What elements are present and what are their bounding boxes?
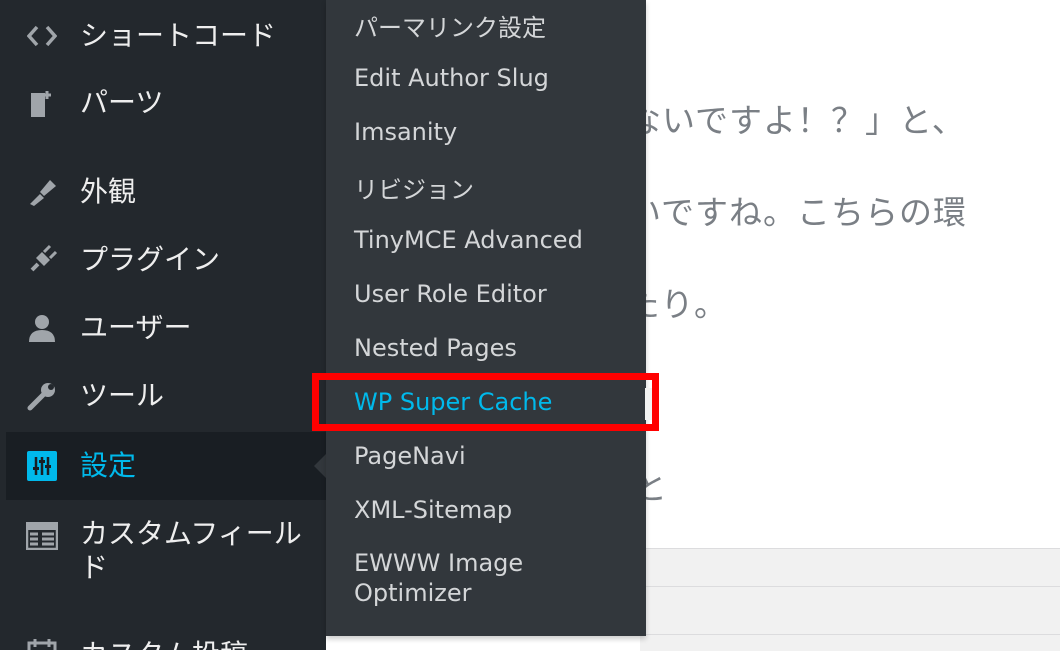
code-icon (24, 18, 60, 54)
sidebar-item-custom-fields[interactable]: カスタムフィールド (6, 514, 326, 590)
sidebar-item-appearance[interactable]: 外観 (6, 170, 326, 214)
plugin-icon (24, 242, 60, 278)
sidebar-item-label: 設定 (80, 449, 137, 482)
submenu-item-label-line-2: Optimizer (354, 579, 472, 607)
wrench-icon (24, 378, 60, 414)
submenu-item-revisions[interactable]: リビジョン (354, 170, 474, 205)
submenu-item-user-role-editor[interactable]: User Role Editor (354, 280, 547, 308)
divider (640, 634, 1060, 635)
submenu-item-pagenavi[interactable]: PageNavi (354, 442, 466, 470)
submenu-item-imsanity[interactable]: Imsanity (354, 118, 457, 146)
settings-sliders-icon (24, 448, 60, 484)
sidebar-item-label: 外観 (80, 175, 137, 208)
sidebar-item-label: カスタムフィールド (80, 517, 302, 584)
submenu-item-label-line-1: EWWW Image (354, 549, 524, 577)
admin-sidebar: ショートコード パーツ 外観 プラグイン ユーザー ツール 設定 カスタムフィー… (0, 0, 326, 650)
sidebar-item-label: カスタム投稿 (80, 638, 248, 650)
calendar-icon (24, 636, 60, 650)
submenu-pointer (314, 454, 326, 478)
sidebar-item-label: パーツ (80, 86, 164, 119)
highlight-annotation-box (312, 373, 659, 431)
content-footer (640, 548, 1060, 651)
divider (640, 586, 1060, 587)
submenu-item-edit-author-slug[interactable]: Edit Author Slug (354, 64, 549, 92)
sidebar-item-settings[interactable]: 設定 (6, 432, 326, 500)
table-icon (24, 518, 60, 554)
sidebar-item-custom-post[interactable]: カスタム投稿 (6, 630, 326, 650)
sidebar-item-plugins[interactable]: プラグイン (6, 238, 326, 282)
document-add-icon (24, 86, 60, 122)
paintbrush-icon (24, 174, 60, 210)
submenu-item-xml-sitemap[interactable]: XML-Sitemap (354, 496, 512, 524)
submenu-item-ewww-image-optimizer[interactable]: EWWW Image Optimizer (354, 548, 523, 608)
sidebar-item-label: ツール (80, 379, 165, 412)
sidebar-item-users[interactable]: ユーザー (6, 306, 326, 350)
submenu-item-tinymce-advanced[interactable]: TinyMCE Advanced (354, 226, 583, 254)
sidebar-item-label: ショートコード (80, 19, 277, 52)
user-icon (24, 310, 60, 346)
sidebar-item-label: プラグイン (80, 243, 221, 276)
sidebar-item-shortcode[interactable]: ショートコード (6, 14, 326, 58)
submenu-item-nested-pages[interactable]: Nested Pages (354, 334, 517, 362)
submenu-item-permalink[interactable]: パーマリンク設定 (354, 8, 546, 43)
sidebar-item-label: ユーザー (80, 311, 192, 344)
settings-submenu: パーマリンク設定 Edit Author Slug Imsanity リビジョン… (326, 0, 646, 636)
sidebar-item-tools[interactable]: ツール (6, 374, 326, 418)
sidebar-item-parts[interactable]: パーツ (6, 82, 326, 126)
